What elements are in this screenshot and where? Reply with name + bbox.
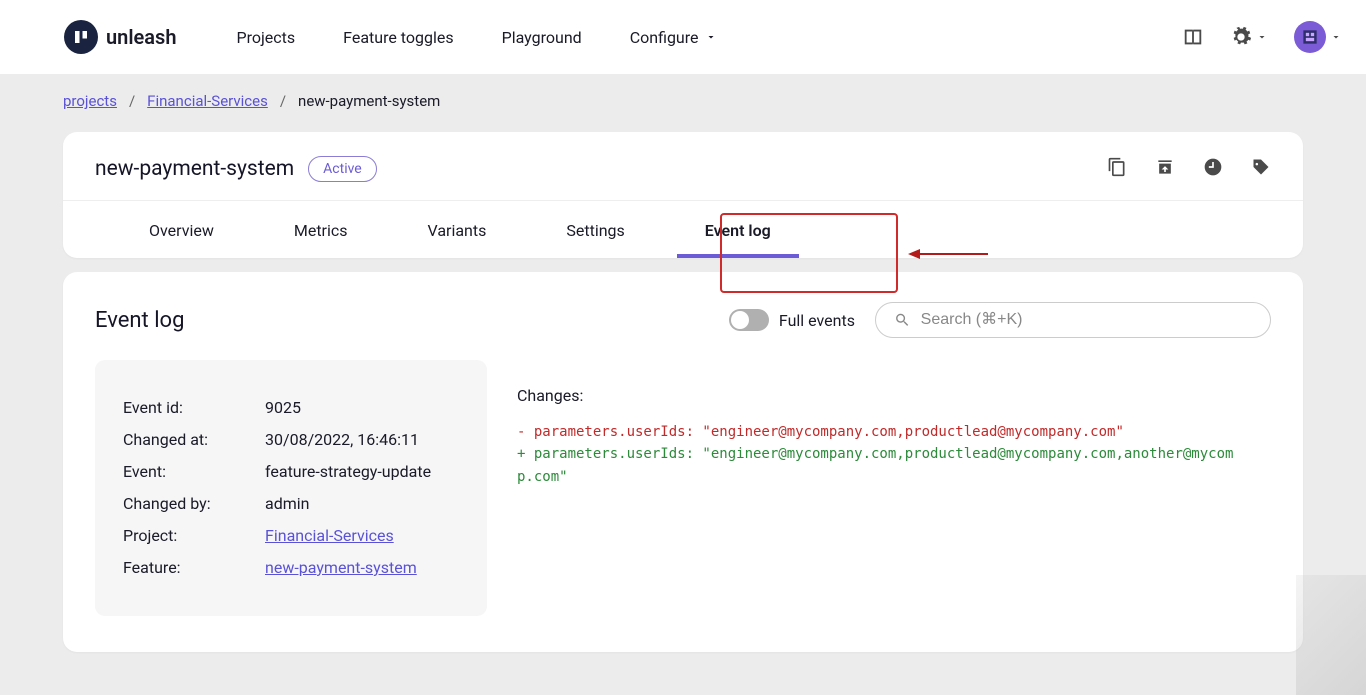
logo[interactable]: unleash [64,20,176,54]
docs-icon[interactable] [1182,26,1204,48]
event-id-label: Event id: [123,392,265,424]
event-type-label: Event: [123,456,265,488]
event-feature-label: Feature: [123,552,265,584]
copy-icon[interactable] [1107,157,1127,181]
event-feature-link[interactable]: new-payment-system [265,558,417,577]
tab-event-log[interactable]: Event log [665,201,811,258]
event-changed-by-label: Changed by: [123,488,265,520]
user-menu[interactable] [1294,21,1342,53]
chevron-down-icon [705,31,717,43]
brand-name: unleash [106,25,176,49]
nav-configure-label: Configure [630,28,699,47]
search-input[interactable] [921,311,1252,329]
search-icon [894,311,911,329]
full-events-toggle-wrap: Full events [729,309,855,331]
breadcrumb-separator: / [280,92,286,110]
tab-overview[interactable]: Overview [109,201,254,258]
nav-projects[interactable]: Projects [236,28,295,47]
status-badge: Active [308,156,377,182]
chevron-down-icon [1256,31,1268,43]
avatar [1294,21,1326,53]
tag-icon[interactable] [1251,157,1271,181]
full-events-toggle[interactable] [729,309,769,331]
feature-card: new-payment-system Active Overview Metri… [63,132,1303,258]
breadcrumb-root[interactable]: projects [63,92,117,110]
logo-icon [64,20,98,54]
event-log-title: Event log [95,308,184,333]
event-log-head: Event log Full events [63,272,1303,360]
changes-label: Changes: [517,386,1241,405]
event-changed-at-label: Changed at: [123,424,265,456]
breadcrumb-separator: / [129,92,135,110]
breadcrumb: projects / Financial-Services / new-paym… [0,74,1366,110]
settings-menu[interactable] [1230,26,1268,48]
event-project-label: Project: [123,520,265,552]
top-nav: Projects Feature toggles Playground Conf… [236,28,716,47]
nav-playground[interactable]: Playground [502,28,582,47]
diff-removed-line: - parameters.userIds: "engineer@mycompan… [517,421,1241,443]
tab-variants[interactable]: Variants [388,201,527,258]
event-type-value: feature-strategy-update [265,456,431,488]
event-log-card: Event log Full events Event id: 9025 Cha… [63,272,1303,652]
nav-feature-toggles[interactable]: Feature toggles [343,28,453,47]
background-decoration [1296,575,1366,695]
event-diff: Changes: - parameters.userIds: "engineer… [487,360,1271,616]
header-actions [1182,21,1342,53]
gear-icon [1230,26,1252,48]
diff-added-line: + parameters.userIds: "engineer@mycompan… [517,443,1241,488]
archive-icon[interactable] [1155,157,1175,181]
full-events-label: Full events [779,311,855,330]
event-project-link[interactable]: Financial-Services [265,526,394,545]
event-row: Event id: 9025 Changed at: 30/08/2022, 1… [63,360,1303,648]
tab-settings[interactable]: Settings [526,201,664,258]
breadcrumb-current: new-payment-system [298,92,440,110]
feature-actions [1107,157,1271,181]
app-header: unleash Projects Feature toggles Playgro… [0,0,1366,74]
event-changed-at-value: 30/08/2022, 16:46:11 [265,424,419,456]
chevron-down-icon [1330,31,1342,43]
tab-metrics[interactable]: Metrics [254,201,388,258]
feature-title: new-payment-system [95,157,294,181]
event-changed-by-value: admin [265,488,309,520]
nav-configure[interactable]: Configure [630,28,717,47]
event-meta: Event id: 9025 Changed at: 30/08/2022, 1… [95,360,487,616]
feature-card-header: new-payment-system Active [63,132,1303,201]
event-id-value: 9025 [265,392,301,424]
feature-tabs: Overview Metrics Variants Settings Event… [63,201,1303,258]
stale-icon[interactable] [1203,157,1223,181]
event-search[interactable] [875,302,1271,338]
breadcrumb-project[interactable]: Financial-Services [147,92,268,110]
